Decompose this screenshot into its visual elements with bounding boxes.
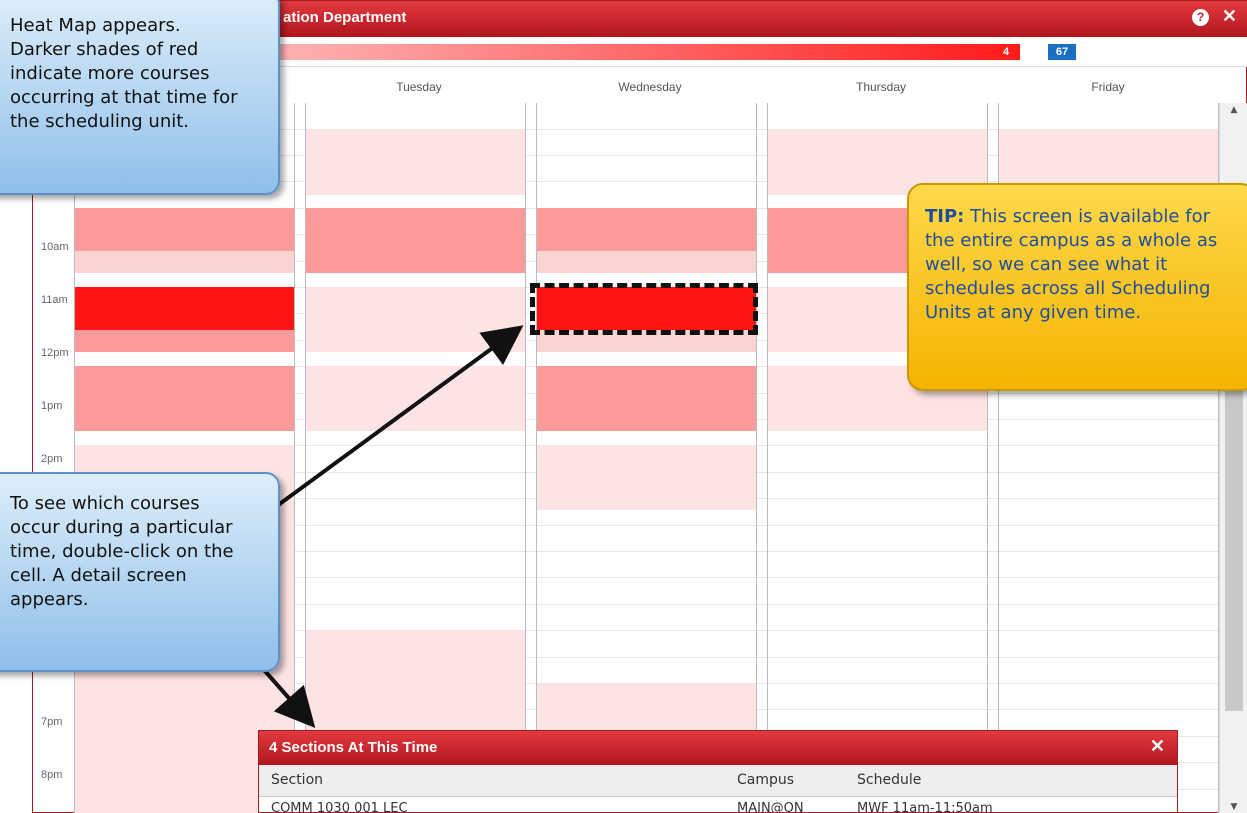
total-count-badge: 67 bbox=[1048, 44, 1076, 60]
detail-column-headers: Section Campus Schedule bbox=[259, 765, 1177, 797]
heat-cell[interactable] bbox=[537, 445, 756, 510]
selected-cell-highlight bbox=[530, 283, 758, 335]
time-label-7pm: 7pm bbox=[41, 716, 63, 728]
time-label-8pm: 8pm bbox=[41, 769, 63, 781]
heat-cell[interactable] bbox=[537, 208, 756, 251]
row-section: COMM 1030 001 LEC bbox=[271, 801, 408, 813]
help-icon[interactable]: ? bbox=[1192, 9, 1209, 26]
day-column-monday[interactable] bbox=[74, 103, 295, 813]
scroll-down-icon[interactable]: ▼ bbox=[1220, 802, 1247, 812]
day-header-wednesday: Wednesday bbox=[618, 80, 682, 94]
tip-text: This screen is available for the entire … bbox=[925, 206, 1218, 323]
day-header-thursday: Thursday bbox=[855, 80, 907, 94]
day-column-wednesday[interactable] bbox=[536, 103, 757, 813]
heat-cell[interactable] bbox=[537, 251, 756, 273]
heat-cell[interactable] bbox=[75, 287, 294, 330]
detail-title: 4 Sections At This Time bbox=[269, 739, 438, 756]
detail-titlebar: 4 Sections At This Time ✕ bbox=[259, 731, 1177, 765]
column-header-section[interactable]: Section bbox=[271, 772, 323, 788]
time-label-12pm: 12pm bbox=[41, 347, 69, 359]
sections-detail-window: 4 Sections At This Time ✕ Section Campus… bbox=[258, 730, 1178, 813]
heat-cell[interactable] bbox=[75, 366, 294, 431]
close-icon[interactable]: ✕ bbox=[1222, 6, 1237, 27]
heat-cell[interactable] bbox=[75, 251, 294, 273]
time-label-1pm: 1pm bbox=[41, 400, 63, 412]
tip-label: TIP: bbox=[925, 206, 965, 227]
heat-cell[interactable] bbox=[306, 366, 525, 431]
heat-cell[interactable] bbox=[306, 287, 525, 352]
row-schedule: MWF 11am-11:50am bbox=[857, 801, 993, 813]
time-label-2pm: 2pm bbox=[41, 453, 63, 465]
heat-cell[interactable] bbox=[75, 208, 294, 251]
window-title: ation Department bbox=[283, 9, 407, 26]
app-root: ation Department ? ✕ 4 67 Tuesday Wednes… bbox=[0, 0, 1247, 813]
doubleclick-callout: To see which courses occur during a part… bbox=[0, 472, 280, 672]
column-header-schedule[interactable]: Schedule bbox=[857, 772, 921, 788]
heat-cell[interactable] bbox=[537, 366, 756, 431]
time-label-11am: 11am bbox=[41, 294, 68, 306]
heatmap-callout: Heat Map appears. Darker shades of red i… bbox=[0, 0, 280, 195]
tip-callout: TIP: This screen is available for the en… bbox=[907, 183, 1247, 391]
day-header-friday: Friday bbox=[1091, 80, 1125, 94]
legend-max-value: 4 bbox=[1003, 46, 1010, 58]
row-campus: MAIN@ON bbox=[737, 801, 804, 813]
heat-cell[interactable] bbox=[306, 208, 525, 273]
heat-cell[interactable] bbox=[306, 129, 525, 195]
day-header-tuesday: Tuesday bbox=[396, 80, 442, 94]
detail-close-icon[interactable]: ✕ bbox=[1150, 736, 1165, 757]
column-header-campus[interactable]: Campus bbox=[737, 772, 794, 788]
scroll-up-icon[interactable]: ▲ bbox=[1220, 105, 1247, 115]
heat-cell[interactable] bbox=[75, 330, 294, 352]
table-row[interactable]: COMM 1030 001 LEC MAIN@ON MWF 11am-11:50… bbox=[259, 797, 1177, 813]
time-label-10am: 10am bbox=[41, 241, 69, 253]
day-column-tuesday[interactable] bbox=[305, 103, 526, 813]
